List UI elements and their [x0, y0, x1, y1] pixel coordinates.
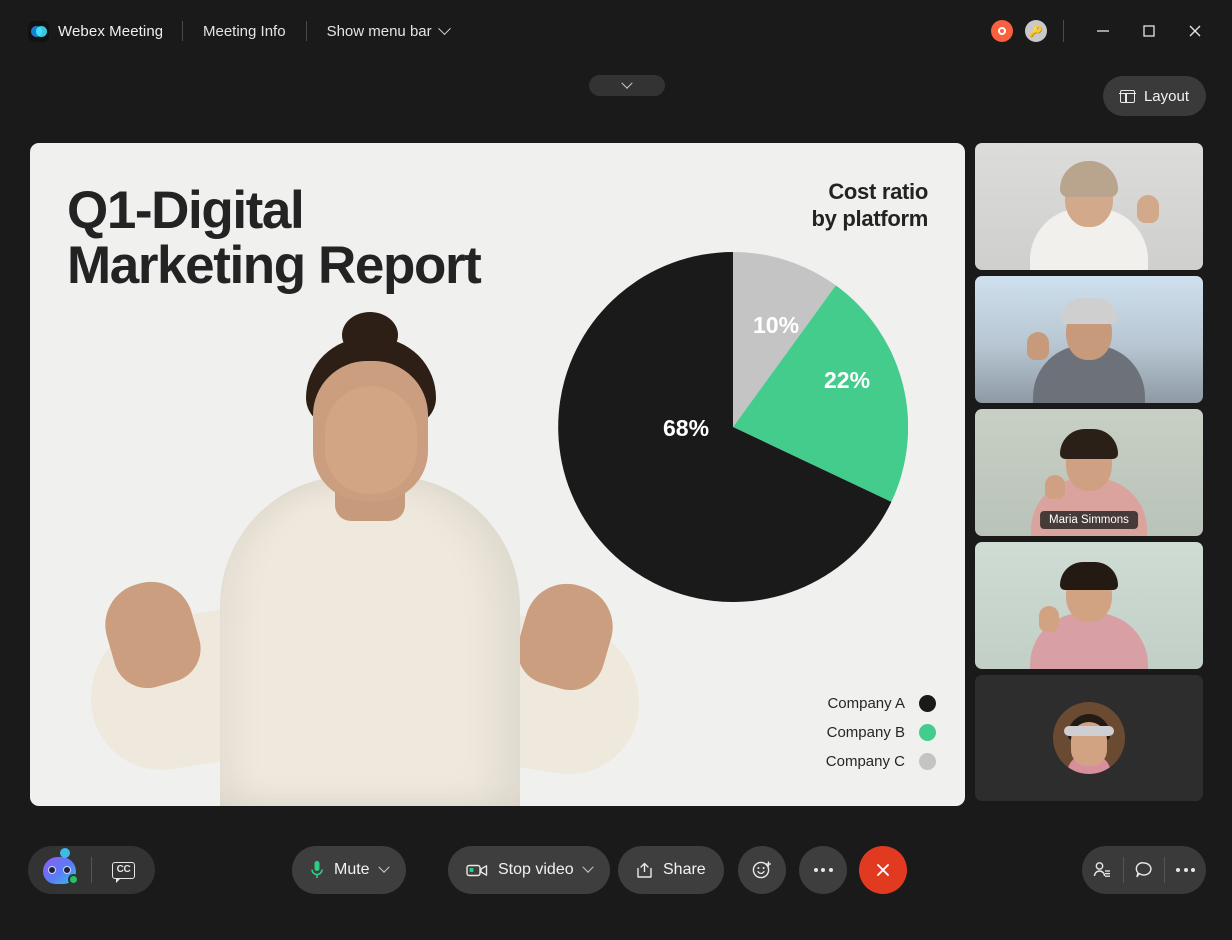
slide-title-line-2: Marketing Report: [67, 239, 480, 294]
right-more-button[interactable]: [1165, 846, 1206, 894]
mute-label: Mute: [334, 861, 370, 879]
stop-video-button[interactable]: Stop video: [448, 846, 610, 894]
mute-button[interactable]: Mute: [292, 846, 406, 894]
legend-swatch-icon: [919, 753, 936, 770]
pie-chart-svg: [558, 252, 908, 602]
legend-swatch-icon: [919, 695, 936, 712]
share-label: Share: [663, 861, 706, 879]
chat-bubble-icon: [1134, 860, 1154, 880]
legend-label: Company C: [826, 753, 905, 770]
title-bar: Webex Meetings Meeting Info Show menu ba…: [0, 0, 1232, 62]
maximize-icon[interactable]: [1126, 11, 1172, 51]
participant-tile-2[interactable]: [975, 276, 1203, 403]
chart-caption-line-1: Cost ratio: [812, 179, 929, 206]
show-menu-bar-button[interactable]: Show menu bar: [327, 23, 449, 40]
share-upload-icon: [636, 862, 653, 879]
closed-captions-icon[interactable]: CC: [92, 846, 155, 894]
layout-label: Layout: [1144, 88, 1189, 105]
pie-label-company-a: 68%: [663, 415, 709, 442]
participant-filmstrip: Maria Simmons: [975, 143, 1203, 807]
pie-chart: 68% 22% 10%: [558, 252, 908, 602]
legend-label: Company B: [827, 724, 905, 741]
legend-item: Company C: [826, 747, 936, 776]
reactions-smiley-icon: [751, 859, 773, 881]
divider: [182, 21, 183, 41]
ai-assistant-icon[interactable]: [28, 846, 91, 894]
layout-grid-icon: [1120, 90, 1135, 103]
meeting-toolbar: CC Mute Stop video Share: [0, 806, 1232, 940]
more-options-button[interactable]: [799, 846, 847, 894]
participant-tile-3[interactable]: Maria Simmons: [975, 409, 1203, 536]
participants-icon: [1092, 860, 1112, 880]
more-horizontal-icon: [1176, 868, 1195, 872]
assistant-status-dot: [68, 874, 79, 885]
avatar: [1053, 702, 1125, 774]
participant-tile-4[interactable]: [975, 542, 1203, 669]
shared-content-stage[interactable]: Q1-Digital Marketing Report Cost ratio b…: [30, 143, 965, 806]
layout-button[interactable]: Layout: [1103, 76, 1206, 116]
show-menu-bar-label: Show menu bar: [327, 23, 432, 40]
participant-tile-5[interactable]: [975, 675, 1203, 801]
participant-name-label: Maria Simmons: [1040, 511, 1138, 529]
minimize-icon[interactable]: [1080, 11, 1126, 51]
meeting-info-button[interactable]: Meeting Info: [203, 23, 286, 40]
stop-video-label: Stop video: [498, 861, 574, 879]
assistant-group: CC: [28, 846, 155, 894]
slide-title-line-1: Q1-Digital: [67, 184, 480, 239]
more-horizontal-icon: [814, 868, 833, 872]
legend-swatch-icon: [919, 724, 936, 741]
microphone-icon: [310, 860, 324, 880]
legend-label: Company A: [827, 695, 905, 712]
pie-label-company-c: 10%: [753, 312, 799, 339]
chevron-down-icon: [438, 22, 451, 35]
end-call-icon: [873, 860, 893, 880]
divider: [306, 21, 307, 41]
stage-expand-button[interactable]: [589, 75, 665, 96]
participants-button[interactable]: [1082, 846, 1123, 894]
chevron-down-icon[interactable]: [378, 862, 389, 873]
participant-tile-1[interactable]: [975, 143, 1203, 270]
chart-caption-line-2: by platform: [812, 206, 929, 233]
chart-legend: Company A Company B Company C: [826, 689, 936, 776]
legend-item: Company B: [826, 718, 936, 747]
close-icon[interactable]: [1172, 11, 1218, 51]
chevron-down-icon[interactable]: [582, 862, 593, 873]
window-controls: 🔑: [991, 11, 1232, 51]
page-title: Q1-Digital Marketing Report: [67, 184, 480, 293]
pie-label-company-b: 22%: [824, 367, 870, 394]
key-icon[interactable]: 🔑: [1025, 20, 1047, 42]
webex-logo-icon: [28, 21, 49, 42]
chevron-down-icon: [621, 77, 632, 88]
end-call-button[interactable]: [859, 846, 907, 894]
app-identity: Webex Meetings: [0, 21, 162, 42]
right-toolbar-group: [1082, 846, 1206, 894]
camera-icon: [466, 863, 488, 878]
recording-indicator-icon[interactable]: [991, 20, 1013, 42]
legend-item: Company A: [826, 689, 936, 718]
chat-button[interactable]: [1124, 846, 1165, 894]
captions-label: CC: [112, 862, 135, 879]
reactions-button[interactable]: [738, 846, 786, 894]
chart-caption: Cost ratio by platform: [812, 179, 929, 233]
app-title: Webex Meetings: [58, 23, 162, 40]
divider: [1063, 20, 1064, 42]
share-button[interactable]: Share: [618, 846, 724, 894]
